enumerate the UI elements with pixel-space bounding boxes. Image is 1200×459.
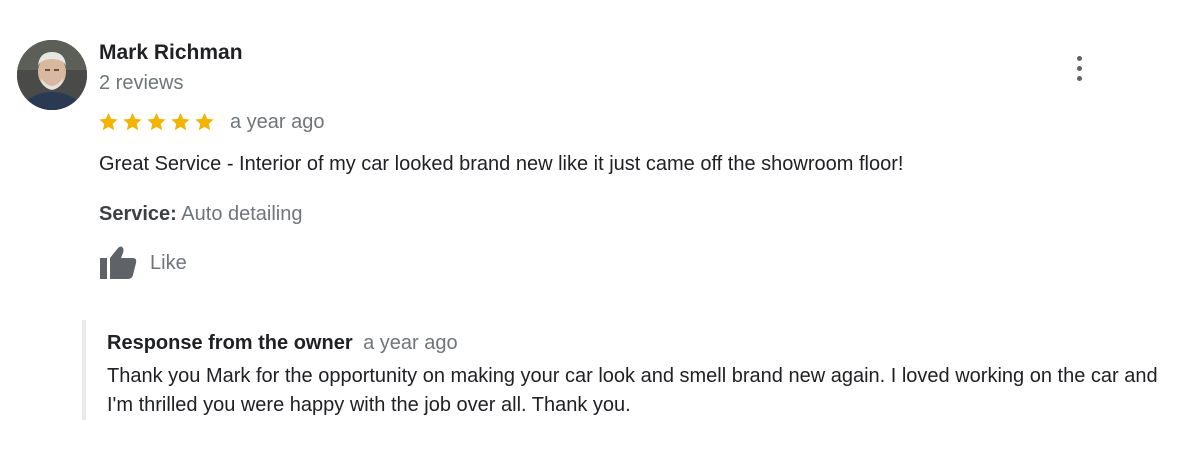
service-label: Service: [99,203,177,225]
thumbs-up-icon [100,246,137,279]
like-label: Like [150,252,187,274]
owner-response-time: a year ago [363,332,458,354]
like-button[interactable]: Like [98,244,187,282]
star-icon [99,112,118,131]
menu-dot [1076,55,1082,61]
rating-row: a year ago [97,108,325,136]
star-icon [123,112,142,131]
review-card: Mark Richman 2 reviews a year ago Great … [0,0,1200,459]
owner-response-header: Response from the owner a year ago [107,330,458,358]
star-icon [171,112,190,131]
review-text: Great Service - Interior of my car looke… [99,153,904,175]
star-rating [97,111,216,133]
service-value: Auto detailing [181,203,303,225]
author-avatar[interactable] [17,40,87,110]
review-time: a year ago [230,111,325,133]
menu-dot [1076,65,1082,71]
avatar-image [17,40,87,110]
author-review-count: 2 reviews [99,72,184,94]
service-row: Service: Auto detailing [99,200,303,228]
owner-response-title: Response from the owner [107,332,353,354]
author-name[interactable]: Mark Richman [99,40,243,66]
star-icon [195,112,214,131]
owner-response-text: Thank you Mark for the opportunity on ma… [107,365,1158,416]
menu-dot [1076,75,1082,81]
owner-response: Response from the owner a year ago Thank… [82,320,1166,420]
more-options-icon[interactable] [1064,52,1094,84]
star-icon [147,112,166,131]
